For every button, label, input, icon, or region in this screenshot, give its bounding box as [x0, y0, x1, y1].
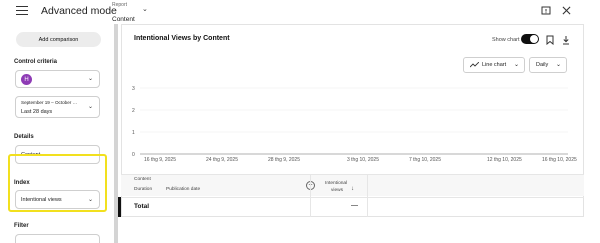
y-tick-label: 0: [132, 152, 135, 158]
column-duration[interactable]: Duration: [134, 187, 152, 192]
app-title: Advanced mode: [41, 5, 117, 17]
filter-label: Filter: [14, 223, 29, 229]
chart-type-dropdown[interactable]: Line chart ⌄: [463, 57, 525, 73]
table-header-row: [121, 174, 584, 196]
hamburger-menu-icon[interactable]: [16, 6, 28, 18]
chevron-down-icon: ⌄: [513, 62, 519, 68]
column-metric-line2[interactable]: views: [331, 188, 343, 193]
x-tick-label: 3 thg 10, 2025: [347, 157, 379, 163]
chevron-down-icon: ⌄: [555, 62, 561, 68]
index-highlight-box: [8, 154, 107, 212]
column-group-content: Content: [134, 177, 151, 182]
column-publication-date[interactable]: Publication date: [166, 187, 200, 192]
top-bar: Advanced mode Report Content ⌄: [0, 0, 600, 24]
x-tick-label: 16 thg 10, 2025: [542, 157, 577, 163]
chevron-down-icon: ⌄: [87, 104, 93, 110]
x-tick-label: 24 thg 9, 2025: [206, 157, 238, 163]
y-tick-label: 2: [132, 108, 135, 114]
date-range-preset: Last 28 days: [21, 109, 53, 115]
x-tick-label: 28 thg 9, 2025: [268, 157, 300, 163]
control-criteria-label: Control criteria: [14, 59, 58, 65]
column-metric-line1[interactable]: Intentional: [325, 181, 347, 186]
date-range-dropdown[interactable]: September 19 – October … Last 28 days ⌄: [15, 96, 100, 118]
bookmark-icon[interactable]: [546, 35, 554, 48]
avatar: H: [21, 74, 32, 85]
x-tick-label: 12 thg 10, 2025: [487, 157, 522, 163]
report-selector-value: Content: [112, 16, 135, 23]
total-label: Total: [134, 203, 150, 210]
add-comparison-button[interactable]: Add comparison: [16, 32, 101, 47]
total-value: —: [351, 202, 358, 209]
toggle-knob: [530, 35, 538, 43]
chevron-down-icon: ⌄: [87, 76, 93, 82]
show-chart-toggle[interactable]: [521, 34, 539, 44]
chart-type-value: Line chart: [482, 62, 507, 68]
report-selector-label: Report: [112, 2, 128, 8]
sort-descending-icon[interactable]: ↓: [351, 186, 354, 192]
y-tick-label: 3: [132, 86, 135, 92]
granularity-value: Daily: [536, 62, 549, 68]
date-range-text: September 19 – October …: [21, 100, 78, 105]
details-label: Details: [14, 134, 34, 140]
chevron-down-icon[interactable]: ⌄: [142, 5, 148, 13]
y-tick-label: 1: [132, 130, 135, 136]
control-criteria-dropdown[interactable]: H ⌄: [15, 70, 100, 88]
x-tick-label: 7 thg 10, 2025: [409, 157, 441, 163]
granularity-dropdown[interactable]: Daily ⌄: [529, 57, 567, 73]
report-selector[interactable]: Report Content: [112, 2, 135, 26]
download-icon[interactable]: [562, 35, 570, 48]
total-row-indicator: [118, 197, 121, 217]
feedback-icon[interactable]: [541, 6, 551, 19]
x-tick-label: 16 thg 9, 2025: [144, 157, 176, 163]
close-icon[interactable]: [562, 6, 571, 18]
line-chart-icon: [470, 62, 479, 68]
show-chart-label: Show chart: [492, 37, 520, 43]
filter-dropdown[interactable]: [15, 234, 100, 243]
line-chart: 0 1 2 3 16 thg 9, 2025 24 thg 9, 2025 28 thg 9…: [132, 86, 577, 163]
chart-title: Intentional Views by Content: [134, 35, 230, 42]
